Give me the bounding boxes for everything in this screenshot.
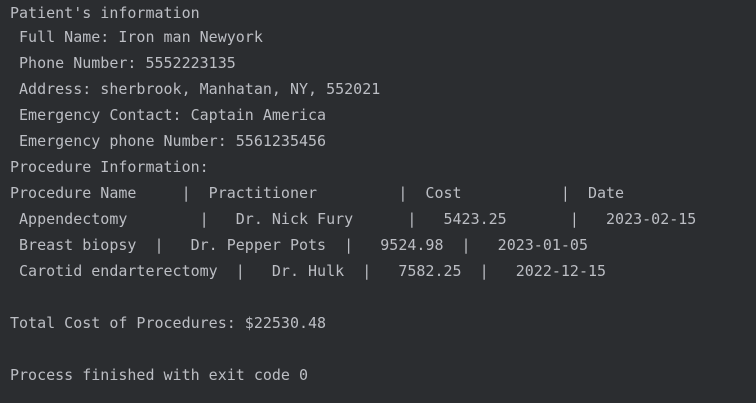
console-line-emergency-phone: Emergency phone Number: 5561235456	[10, 132, 327, 150]
console-line-emergency-contact: Emergency Contact: Captain America	[10, 106, 327, 124]
console-line-procedure-row: Carotid endarterectomy | Dr. Hulk | 7582…	[10, 262, 607, 280]
console-line-exit-status: Process finished with exit code 0	[10, 366, 309, 384]
console-output: Patient's information Full Name: Iron ma…	[0, 0, 756, 403]
console-line-full-name: Full Name: Iron man Newyork	[10, 28, 263, 46]
console-line-phone: Phone Number: 5552223135	[10, 54, 236, 72]
console-line-table-header: Procedure Name | Practitioner | Cost | D…	[10, 184, 625, 202]
console-line-patient-heading: Patient's information	[10, 4, 200, 22]
console-line-address: Address: sherbrook, Manhatan, NY, 552021	[10, 80, 381, 98]
console-line-total-cost: Total Cost of Procedures: $22530.48	[10, 314, 327, 332]
console-line-procedure-heading: Procedure Information:	[10, 158, 209, 176]
console-line-procedure-row: Breast biopsy | Dr. Pepper Pots | 9524.9…	[10, 236, 588, 254]
console-line-procedure-row: Appendectomy | Dr. Nick Fury | 5423.25 |…	[10, 210, 697, 228]
